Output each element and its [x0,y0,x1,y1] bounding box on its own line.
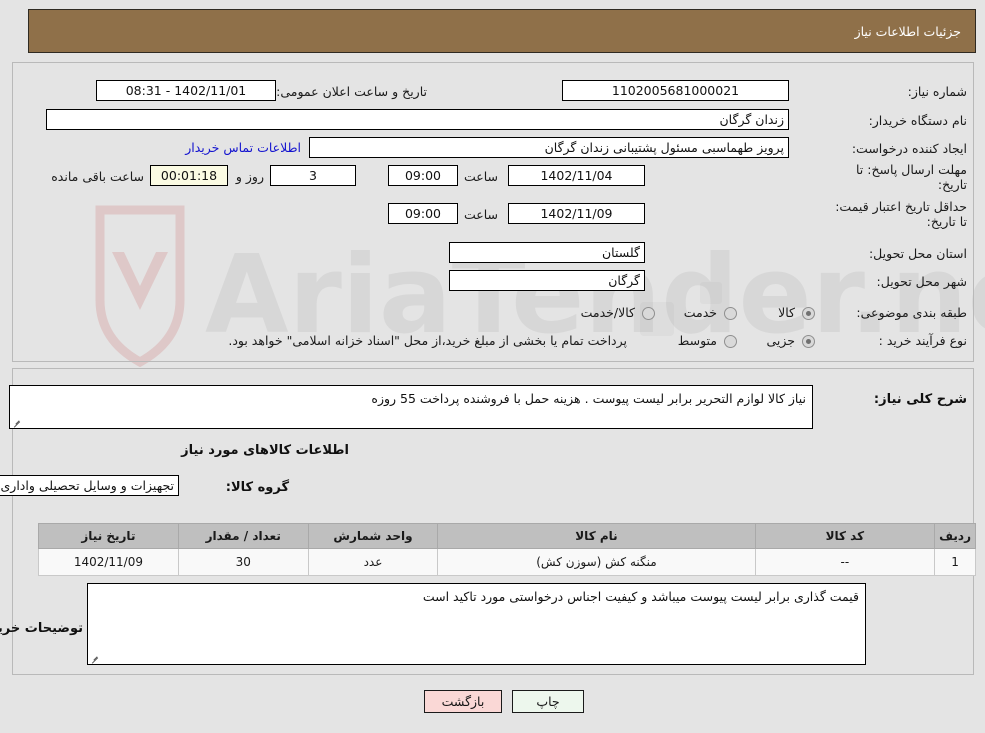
city-label: شهر محل تحویل: [876,274,967,289]
buyer-contact-link[interactable]: اطلاعات تماس خریدار [185,140,301,155]
radio-process-motavasset[interactable] [724,335,737,348]
goods-table: ردیف کد کالا نام کالا واحد شمارش تعداد /… [38,523,976,576]
radio-category-kala-khedmat-label: کالا/خدمت [580,305,635,320]
radio-process-jozi[interactable] [802,335,815,348]
price-validity-hour-label: ساعت [463,207,498,222]
category-label: طبقه بندی موضوعی: [856,305,967,320]
table-row: 1 -- منگنه کش (سوزن کش) عدد 30 1402/11/0… [38,548,976,576]
th-quantity: تعداد / مقدار [177,523,309,549]
province-label: استان محل تحویل: [868,246,967,261]
radio-process-jozi-label: جزیی [766,333,795,348]
page-header-bar: جزئیات اطلاعات نیاز [28,9,976,53]
print-button[interactable]: چاپ [512,690,584,713]
cell-goods-name: منگنه کش (سوزن کش) [437,548,756,576]
cell-need-date: 1402/11/09 [38,548,179,576]
radio-category-kala[interactable] [802,307,815,320]
radio-category-khedmat-label: خدمت [683,305,717,320]
remaining-suffix-label: ساعت باقی مانده [51,169,144,184]
buyer-notes-label: توضیحات خریدار: [0,621,83,636]
province-value[interactable]: گلستان [449,242,645,263]
cell-goods-code: -- [754,548,936,576]
need-desc-textarea[interactable]: نیاز کالا لوازم التحریر برابر لیست پیوست… [9,385,813,429]
public-announce-value[interactable]: 1402/11/01 - 08:31 [96,80,276,101]
remaining-countdown: 00:01:18 [150,165,228,186]
need-number-label: شماره نیاز: [907,84,967,99]
back-button[interactable]: بازگشت [424,690,502,713]
reply-hour-label: ساعت [463,169,498,184]
request-creator-label: ایجاد کننده درخواست: [851,141,967,156]
resize-grip-icon[interactable] [12,417,22,427]
reply-deadline-time[interactable]: 09:00 [388,165,458,186]
th-need-date: تاریخ نیاز [38,523,179,549]
public-announce-label: تاریخ و ساعت اعلان عمومی: [276,84,427,99]
price-validity-label: حداقل تاریخ اعتبار قیمت: تا تاریخ: [835,199,967,229]
page-root: AriaTender.net جزئیات اطلاعات نیاز شماره… [0,0,985,733]
request-creator-value[interactable]: پرویز طهماسبی مسئول پشتیبانی زندان گرگان [309,137,789,158]
radio-category-kala-khedmat[interactable] [642,307,655,320]
th-goods-name: نام کالا [437,523,756,549]
buyer-org-label: نام دستگاه خریدار: [868,113,967,128]
th-goods-code: کد کالا [754,523,936,549]
table-header-row: ردیف کد کالا نام کالا واحد شمارش تعداد /… [38,523,976,549]
radio-category-khedmat[interactable] [724,307,737,320]
radio-process-motavasset-label: متوسط [677,333,717,348]
page-title: جزئیات اطلاعات نیاز [854,23,961,39]
treasury-bond-note: پرداخت تمام یا بخشی از مبلغ خرید،از محل … [228,333,627,348]
cell-unit: عدد [307,548,439,576]
need-number-value[interactable]: 1102005681000021 [562,80,789,101]
buyer-org-value[interactable]: زندان گرگان [46,109,789,130]
process-type-label: نوع فرآیند خرید : [878,333,967,348]
price-validity-time[interactable]: 09:00 [388,203,458,224]
goods-group-value[interactable]: تجهیزات و وسایل تحصیلی واداری [0,475,179,496]
remaining-days-value: 3 [270,165,356,186]
resize-grip-icon[interactable] [90,653,100,663]
radio-category-kala-label: کالا [778,305,795,320]
buyer-notes-textarea[interactable]: قیمت گذاری برابر لیست پیوست میباشد و کیف… [87,583,866,665]
cell-radif: 1 [934,548,976,576]
goods-info-title: اطلاعات کالاهای مورد نیاز [181,443,349,458]
reply-deadline-date[interactable]: 1402/11/04 [508,165,645,186]
buyer-notes-value: قیمت گذاری برابر لیست پیوست میباشد و کیف… [422,589,859,604]
th-unit: واحد شمارش [307,523,439,549]
reply-deadline-label: مهلت ارسال پاسخ: تا تاریخ: [856,162,967,192]
th-radif: ردیف [934,523,976,549]
need-desc-label: شرح کلی نیاز: [873,392,967,407]
cell-quantity: 30 [177,548,309,576]
price-validity-date[interactable]: 1402/11/09 [508,203,645,224]
days-and-label: روز و [235,169,264,184]
need-desc-value: نیاز کالا لوازم التحریر برابر لیست پیوست… [371,391,806,406]
city-value[interactable]: گرگان [449,270,645,291]
goods-group-label: گروه کالا: [225,480,289,495]
